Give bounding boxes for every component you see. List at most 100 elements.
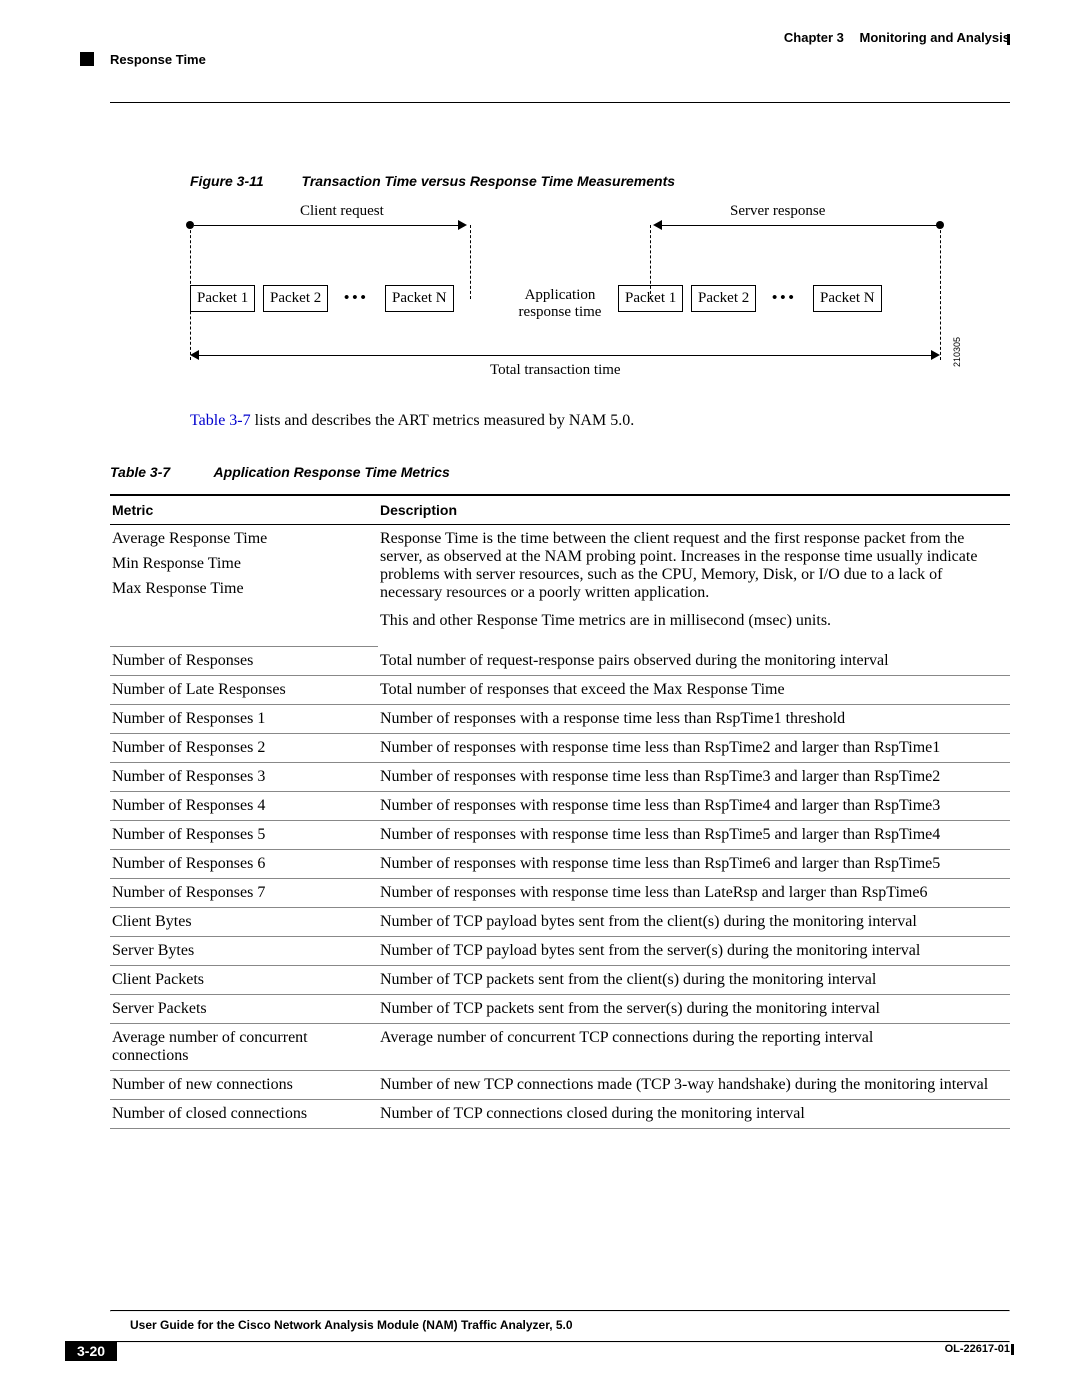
footer-bar-icon: [1011, 1344, 1014, 1355]
description-cell: Number of responses with response time l…: [378, 879, 1010, 908]
arrow-left-icon: [190, 350, 199, 360]
table-row: Number of ResponsesTotal number of reque…: [110, 647, 1010, 676]
description-cell: Number of responses with response time l…: [378, 734, 1010, 763]
table-caption: Table 3-7 Application Response Time Metr…: [110, 464, 1010, 480]
table-row: Average number of concurrent connections…: [110, 1024, 1010, 1071]
figure-number: Figure 3-11: [190, 173, 264, 189]
dashed-line: [470, 225, 471, 299]
arrow-right-icon: [458, 220, 467, 230]
figure-title: Transaction Time versus Response Time Me…: [302, 173, 676, 189]
document-code: OL-22617-01: [945, 1343, 1010, 1355]
desc-text: This and other Response Time metrics are…: [380, 612, 1006, 630]
metric-cell: Number of closed connections: [110, 1100, 378, 1129]
metric-cell: Number of Responses 3: [110, 763, 378, 792]
metric-cell: Client Packets: [110, 966, 378, 995]
table-row: Average Response Time Response Time is t…: [110, 525, 1010, 551]
packet-box: Packet 1: [618, 285, 683, 312]
description-cell: Number of TCP packets sent from the serv…: [378, 995, 1010, 1024]
table-header-row: Metric Description: [110, 495, 1010, 525]
metric-cell: Max Response Time: [110, 575, 378, 647]
figure-caption: Figure 3-11 Transaction Time versus Resp…: [190, 173, 1010, 189]
description-cell: Number of responses with a response time…: [378, 705, 1010, 734]
metric-cell: Number of Responses 1: [110, 705, 378, 734]
header-right: Chapter 3 Monitoring and Analysis: [784, 30, 1010, 45]
desc-text: Response Time is the time between the cl…: [380, 530, 1006, 602]
metrics-table: Metric Description Average Response Time…: [110, 494, 1010, 1129]
metric-cell: Average number of concurrent connections: [110, 1024, 378, 1071]
arrow-right-icon: [931, 350, 940, 360]
col-metric: Metric: [110, 495, 378, 525]
metric-cell: Number of new connections: [110, 1071, 378, 1100]
square-icon: [80, 52, 94, 66]
packet-box: Packet 2: [263, 285, 328, 312]
table-row: Number of Responses 2Number of responses…: [110, 734, 1010, 763]
client-request-label: Client request: [300, 203, 384, 220]
metric-cell: Server Packets: [110, 995, 378, 1024]
table-row: Number of new connectionsNumber of new T…: [110, 1071, 1010, 1100]
page-footer: User Guide for the Cisco Network Analysi…: [110, 1302, 1010, 1359]
table-row: Number of Responses 3Number of responses…: [110, 763, 1010, 792]
table-row: Number of closed connectionsNumber of TC…: [110, 1100, 1010, 1129]
page-number: 3-20: [65, 1341, 117, 1361]
table-row: Client BytesNumber of TCP payload bytes …: [110, 908, 1010, 937]
description-cell: Number of responses with response time l…: [378, 850, 1010, 879]
metric-cell: Number of Responses 7: [110, 879, 378, 908]
body-text: lists and describes the ART metrics meas…: [251, 412, 635, 429]
metric-cell: Number of Late Responses: [110, 676, 378, 705]
description-cell: Number of responses with response time l…: [378, 821, 1010, 850]
metric-cell: Average Response Time: [110, 525, 378, 551]
packet-box: Packet 1: [190, 285, 255, 312]
description-cell: Number of TCP payload bytes sent from th…: [378, 937, 1010, 966]
description-cell: Total number of request-response pairs o…: [378, 647, 1010, 676]
table-row: Server PacketsNumber of TCP packets sent…: [110, 995, 1010, 1024]
metric-cell: Number of Responses 5: [110, 821, 378, 850]
line: [194, 225, 460, 226]
description-cell: Number of new TCP connections made (TCP …: [378, 1071, 1010, 1100]
description-cell: Average number of concurrent TCP connect…: [378, 1024, 1010, 1071]
table-row: Number of Responses 1Number of responses…: [110, 705, 1010, 734]
description-cell: Total number of responses that exceed th…: [378, 676, 1010, 705]
footer-thin-rule: [110, 1341, 1010, 1343]
metric-cell: Number of Responses 6: [110, 850, 378, 879]
description-cell: Response Time is the time between the cl…: [378, 525, 1010, 647]
description-cell: Number of responses with response time l…: [378, 763, 1010, 792]
table-title: Application Response Time Metrics: [214, 464, 450, 480]
arrow-left-icon: [653, 220, 662, 230]
description-cell: Number of responses with response time l…: [378, 792, 1010, 821]
document-page: Chapter 3 Monitoring and Analysis Respon…: [0, 0, 1080, 1397]
header-bar-icon: [1007, 34, 1010, 45]
line: [662, 225, 938, 226]
table-number: Table 3-7: [110, 464, 170, 480]
page-header: Chapter 3 Monitoring and Analysis Respon…: [110, 30, 1010, 62]
table-row: Number of Responses 4Number of responses…: [110, 792, 1010, 821]
footer-guide-title: User Guide for the Cisco Network Analysi…: [130, 1318, 1010, 1332]
figure-diagram: Client request Server response Packet 1 …: [190, 207, 950, 382]
chapter-number: Chapter 3: [784, 30, 844, 45]
cross-reference-link[interactable]: Table 3-7: [190, 412, 251, 429]
dashed-line: [940, 225, 941, 360]
header-left: Response Time: [80, 50, 206, 68]
footer-rule: [110, 1310, 1010, 1312]
body-paragraph: Table 3-7 lists and describes the ART me…: [190, 412, 1010, 430]
description-cell: Number of TCP payload bytes sent from th…: [378, 908, 1010, 937]
chapter-title: Monitoring and Analysis: [860, 30, 1010, 45]
total-time-label: Total transaction time: [490, 362, 621, 379]
metric-cell: Number of Responses 2: [110, 734, 378, 763]
line: [199, 355, 931, 356]
packet-box: Packet N: [813, 285, 882, 312]
table-row: Number of Late ResponsesTotal number of …: [110, 676, 1010, 705]
app-response-label: Applicationresponse time: [490, 287, 630, 321]
metric-cell: Number of Responses: [110, 647, 378, 676]
table-row: Number of Responses 5Number of responses…: [110, 821, 1010, 850]
description-cell: Number of TCP connections closed during …: [378, 1100, 1010, 1129]
metric-cell: Server Bytes: [110, 937, 378, 966]
packet-box: Packet 2: [691, 285, 756, 312]
header-rule: [110, 102, 1010, 103]
metric-cell: Number of Responses 4: [110, 792, 378, 821]
table-row: Server BytesNumber of TCP payload bytes …: [110, 937, 1010, 966]
metric-cell: Min Response Time: [110, 550, 378, 575]
table-row: Number of Responses 6Number of responses…: [110, 850, 1010, 879]
ellipsis-icon: •••: [344, 290, 369, 307]
figure-id: 210305: [952, 337, 962, 367]
packet-box: Packet N: [385, 285, 454, 312]
